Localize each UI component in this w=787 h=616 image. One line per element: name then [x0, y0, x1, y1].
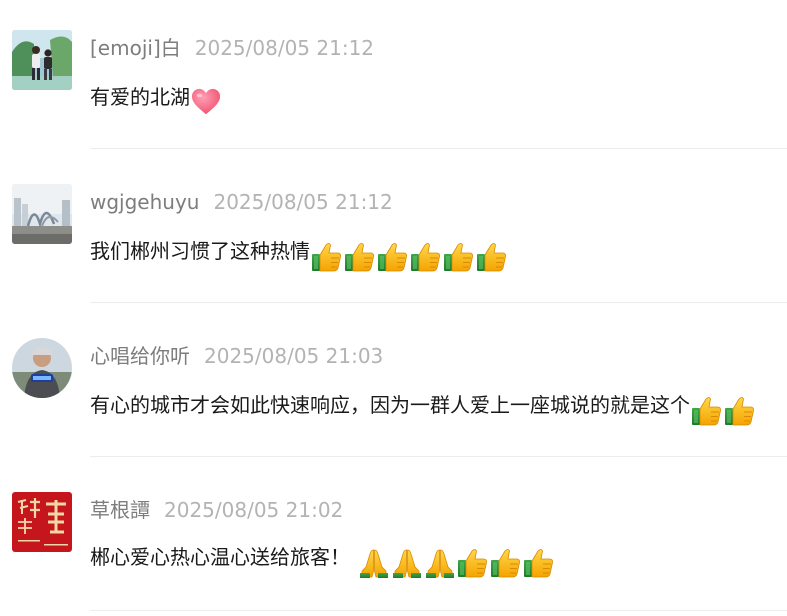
username[interactable]: wgjgehuyu	[90, 190, 199, 214]
comment-body: 我们郴州习惯了这种热情	[90, 239, 310, 263]
thumbs-up-emoji	[724, 395, 756, 427]
folded-hands-emoji	[391, 547, 423, 579]
thumbs-up-emoji	[457, 547, 489, 579]
comment-body: 郴心爱心热心温心送给旅客！	[90, 545, 350, 569]
comment-meta: wgjgehuyu 2025/08/05 21:12	[90, 190, 393, 214]
thumbs-up-emoji	[443, 241, 475, 273]
thumbs-up-emoji	[344, 241, 376, 273]
comment-text: 有心的城市才会如此快速响应，因为一群人爱上一座城说的就是这个	[90, 390, 757, 427]
comment-meta: 心唱给你听 2025/08/05 21:03	[90, 344, 383, 368]
comment-item: 草根譚 2025/08/05 21:02 郴心爱心热心温心送给旅客！	[0, 462, 787, 616]
comment-item: wgjgehuyu 2025/08/05 21:12 我们郴州习惯了这种热情	[0, 154, 787, 308]
comment-body: 有爱的北湖	[90, 85, 190, 109]
timestamp: 2025/08/05 21:03	[204, 344, 384, 368]
emoji-group	[691, 395, 757, 427]
thumbs-up-emoji	[691, 395, 723, 427]
thumbs-up-emoji	[523, 547, 555, 579]
username[interactable]: [emoji]白	[90, 36, 181, 60]
timestamp: 2025/08/05 21:12	[194, 36, 375, 60]
thumbs-up-emoji	[311, 241, 343, 273]
comment-item: [emoji]白 2025/08/05 21:12 有爱的北湖	[0, 0, 787, 154]
avatar-red-calligraphy[interactable]	[12, 492, 72, 552]
comment-text: 我们郴州习惯了这种热情	[90, 236, 509, 273]
comment-body: 有心的城市才会如此快速响应，因为一群人爱上一座城说的就是这个	[90, 393, 690, 417]
comment-text: 有爱的北湖	[90, 82, 222, 117]
username[interactable]: 草根譚	[90, 498, 150, 522]
comment-item: 心唱给你听 2025/08/05 21:03 有心的城市才会如此快速响应，因为一群…	[0, 308, 787, 462]
thumbs-up-emoji	[410, 241, 442, 273]
divider	[90, 456, 787, 457]
divider	[90, 610, 787, 611]
divider	[90, 302, 787, 303]
username[interactable]: 心唱给你听	[90, 344, 190, 368]
thumbs-up-emoji	[377, 241, 409, 273]
divider	[90, 148, 787, 149]
folded-hands-emoji	[424, 547, 456, 579]
thumbs-up-emoji	[476, 241, 508, 273]
folded-hands-emoji	[358, 547, 390, 579]
comment-meta: 草根譚 2025/08/05 21:02	[90, 498, 343, 522]
thumbs-up-emoji	[490, 547, 522, 579]
emoji-group	[191, 87, 222, 117]
timestamp: 2025/08/05 21:12	[213, 190, 393, 214]
avatar-couple-photo[interactable]	[12, 30, 72, 90]
avatar-city-photo[interactable]	[12, 184, 72, 244]
emoji-group	[358, 547, 556, 579]
emoji-group	[311, 241, 509, 273]
heart-emoji	[191, 87, 221, 117]
timestamp: 2025/08/05 21:02	[164, 498, 344, 522]
comment-text: 郴心爱心热心温心送给旅客！	[90, 542, 556, 579]
comment-meta: [emoji]白 2025/08/05 21:12	[90, 36, 374, 60]
avatar-man-photo[interactable]	[12, 338, 72, 398]
